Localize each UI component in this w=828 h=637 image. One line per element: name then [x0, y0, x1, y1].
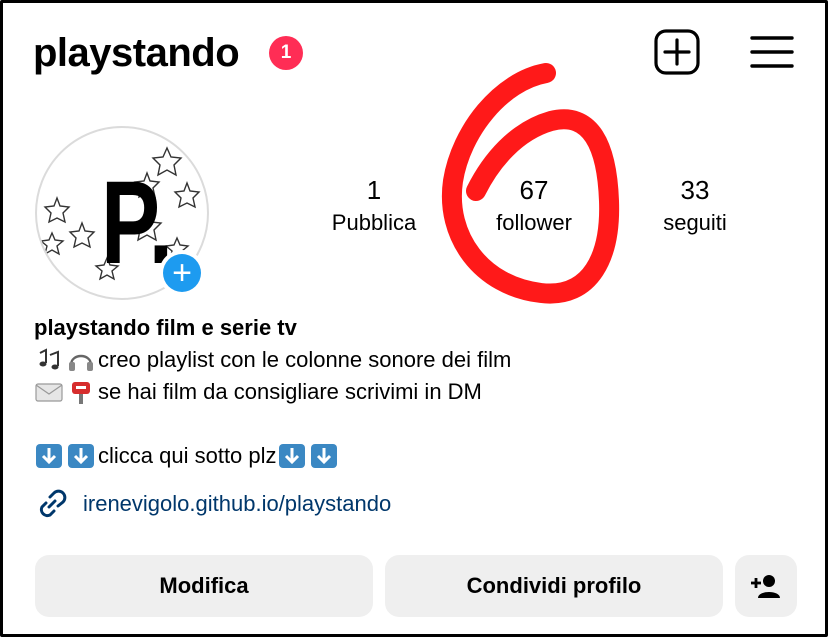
add-person-icon — [751, 575, 780, 598]
stat-posts[interactable]: 1 Pubblica — [318, 175, 430, 236]
share-profile-button[interactable]: Condividi profilo — [385, 555, 723, 617]
plus-circle-icon: + — [163, 254, 201, 292]
profile-username[interactable]: playstando — [33, 31, 240, 76]
headphones-icon — [69, 354, 93, 371]
stat-followers[interactable]: 67 follower — [478, 175, 590, 236]
bio-line-3-text: clicca qui sotto plz — [98, 443, 277, 468]
profile-screen: playstando 1 P. + 1 Pubblica 67 follower… — [0, 0, 828, 637]
down-arrow-icon — [36, 444, 62, 468]
plus-square-icon — [654, 29, 700, 75]
envelope-icon — [35, 383, 63, 402]
link-icon — [39, 489, 67, 518]
down-arrow-icon — [278, 444, 305, 468]
bio-line-3: clicca qui sotto plz — [34, 440, 511, 472]
followers-label: follower — [496, 210, 572, 235]
hamburger-menu-icon — [750, 36, 794, 68]
mailbox-icon — [72, 382, 90, 404]
new-post-button[interactable] — [653, 28, 701, 76]
followers-count: 67 — [519, 175, 549, 205]
edit-profile-button[interactable]: Modifica — [35, 555, 373, 617]
bio-line-2-text: se hai film da consigliare scrivimi in D… — [98, 379, 482, 404]
notification-badge[interactable]: 1 — [269, 36, 303, 70]
following-label: seguiti — [663, 210, 727, 235]
stat-following[interactable]: 33 seguiti — [641, 175, 749, 236]
menu-button[interactable] — [749, 32, 795, 72]
down-arrow-icon — [68, 444, 94, 468]
bio-name: playstando film e serie tv — [34, 315, 297, 340]
profile-link[interactable]: irenevigolo.github.io/playstando — [35, 487, 391, 521]
posts-label: Pubblica — [331, 210, 417, 235]
bio: playstando film e serie tv creo playlist… — [34, 312, 511, 472]
posts-count: 1 — [366, 175, 382, 205]
music-notes-icon — [39, 348, 59, 370]
bio-line-1: creo playlist con le colonne sonore dei … — [34, 344, 511, 376]
profile-link-text: irenevigolo.github.io/playstando — [83, 491, 392, 516]
following-count: 33 — [680, 175, 710, 205]
bio-line-1-text: creo playlist con le colonne sonore dei … — [98, 347, 512, 372]
bio-line-2: se hai film da consigliare scrivimi in D… — [34, 376, 511, 408]
discover-people-button[interactable] — [735, 555, 797, 617]
add-story-button[interactable]: + — [159, 250, 205, 296]
down-arrow-icon — [310, 444, 337, 468]
